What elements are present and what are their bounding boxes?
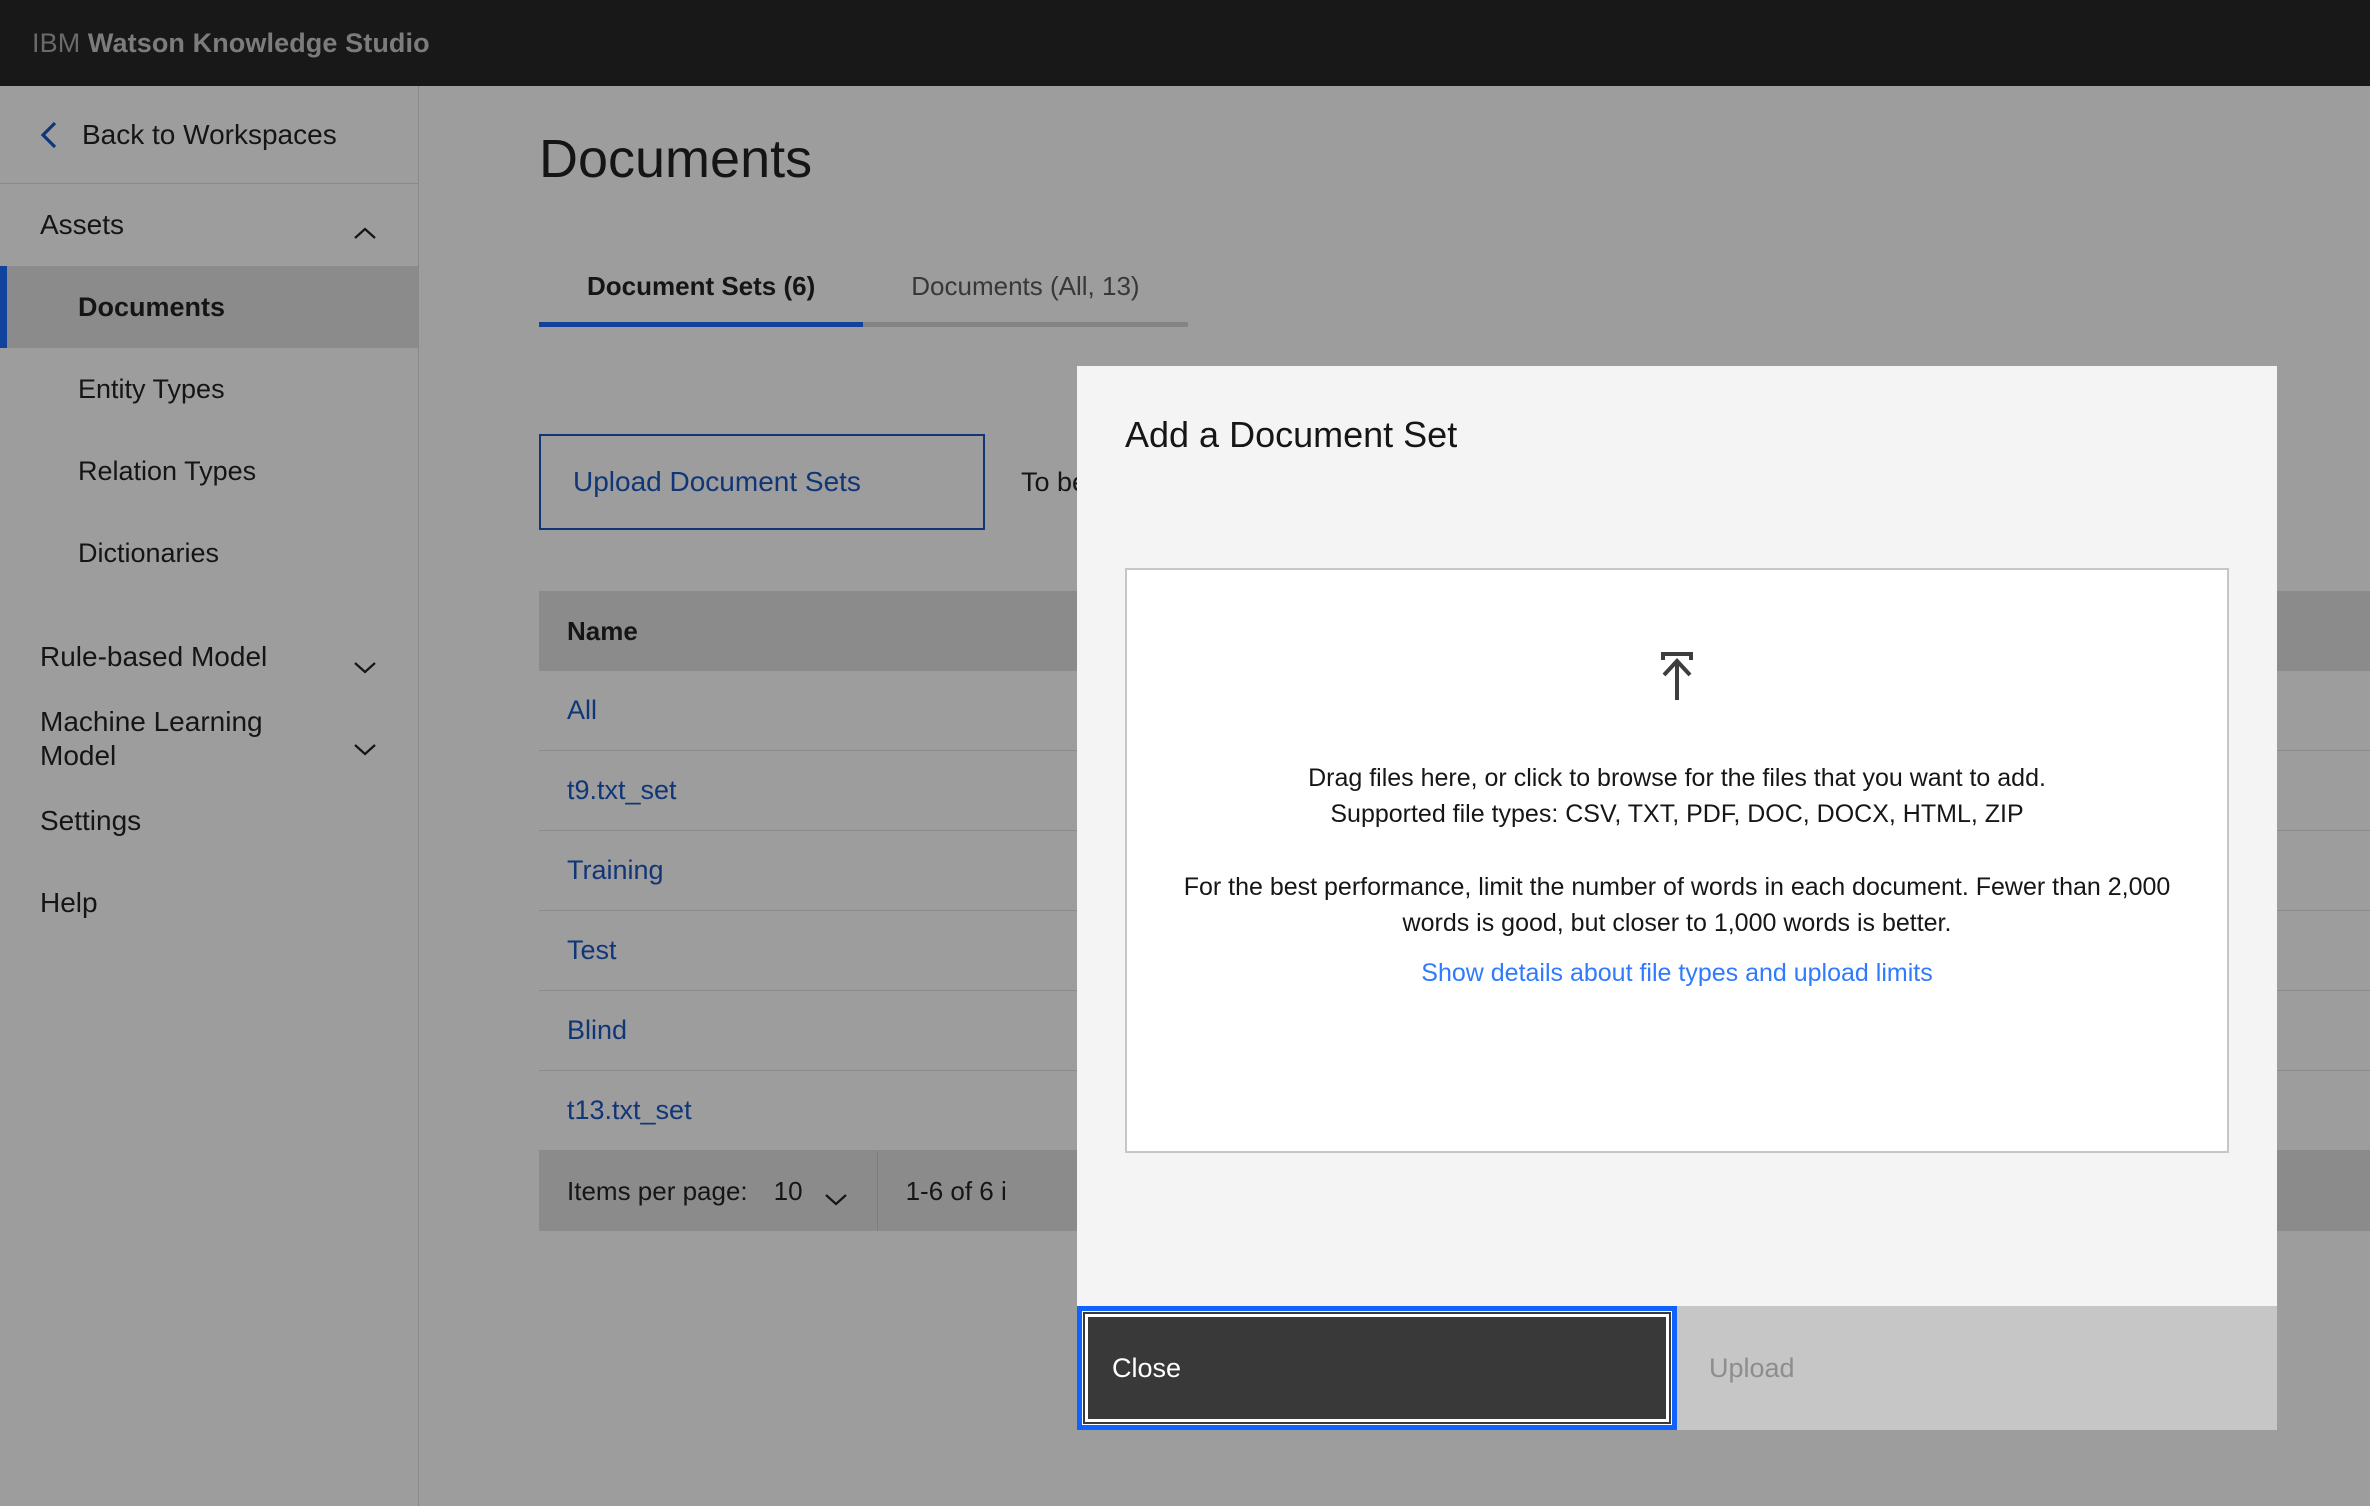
modal-title: Add a Document Set: [1077, 366, 2277, 456]
dropzone-line-1: Drag files here, or click to browse for …: [1308, 760, 2046, 796]
app-root: IBM Watson Knowledge Studio Back to Work…: [0, 0, 2370, 1506]
dropzone-line-2: Supported file types: CSV, TXT, PDF, DOC…: [1330, 796, 2023, 832]
file-dropzone[interactable]: Drag files here, or click to browse for …: [1125, 568, 2229, 1153]
close-button[interactable]: Close: [1077, 1306, 1677, 1430]
show-file-type-details-link[interactable]: Show details about file types and upload…: [1421, 959, 1932, 988]
upload-arrow-icon: [1645, 648, 1709, 712]
modal-footer: Close Upload: [1077, 1306, 2277, 1430]
upload-button[interactable]: Upload: [1677, 1306, 2277, 1430]
dropzone-line-3: For the best performance, limit the numb…: [1172, 869, 2182, 942]
add-document-set-modal: Add a Document Set Drag files here, or c…: [1077, 366, 2277, 1430]
close-button-label: Close: [1112, 1353, 1181, 1384]
